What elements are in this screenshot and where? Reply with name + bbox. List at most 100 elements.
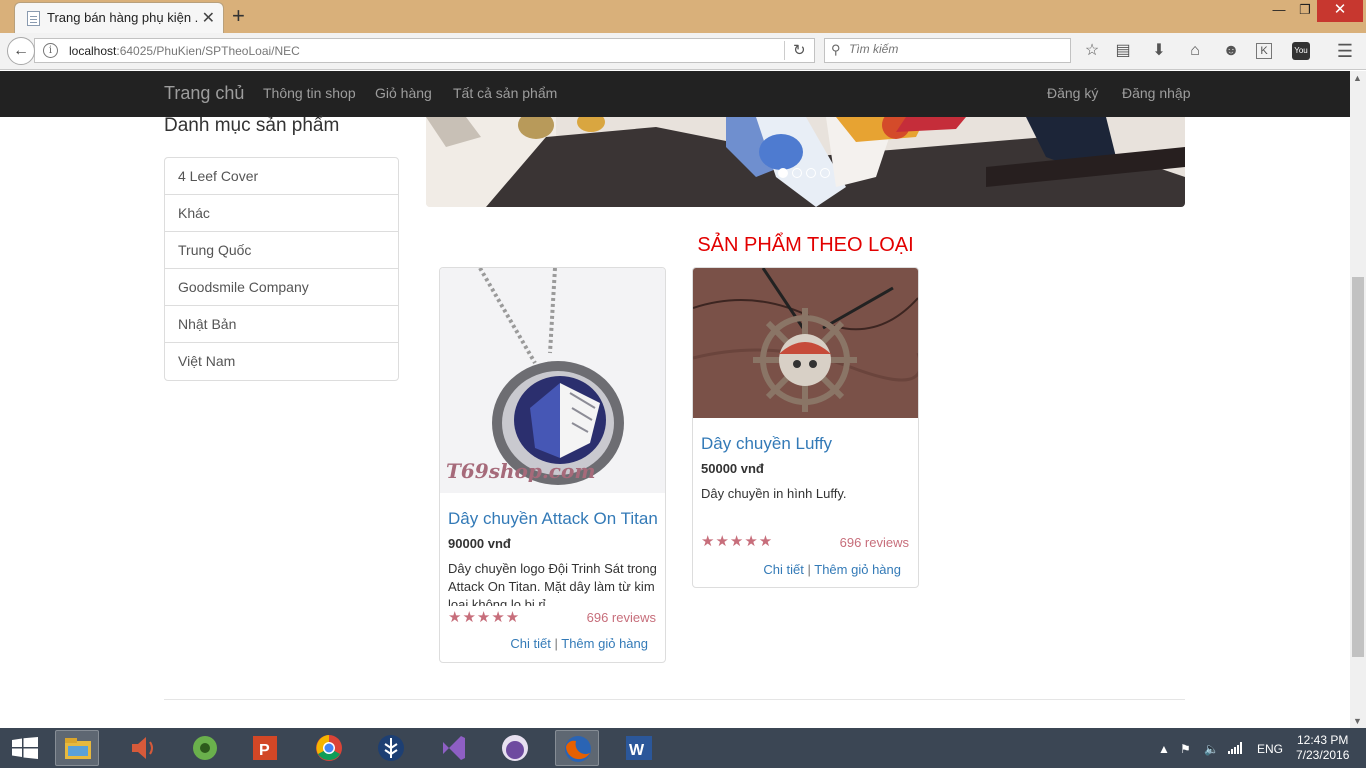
page-scrollbar[interactable]: ▲ ▼	[1350, 71, 1366, 728]
browser-toolbar: i localhost:64025/PhuKien/SPTheoLoai/NEC…	[0, 33, 1366, 70]
word-icon[interactable]: W	[617, 730, 661, 766]
k-extension-icon[interactable]: K	[1256, 43, 1272, 59]
action-center-flag-icon[interactable]: ⚑	[1180, 742, 1191, 756]
windows-taskbar: P W ▲ ⚑ 🔈 ENG 12:43 PM 7/23/2016	[0, 728, 1366, 768]
github-desktop-icon[interactable]	[493, 730, 537, 766]
search-box[interactable]: ⚲	[824, 38, 1071, 63]
product-description: Dây chuyền logo Đội Trinh Sát trong Atta…	[448, 561, 657, 606]
add-to-cart-link[interactable]: Thêm giỏ hàng	[814, 562, 901, 577]
file-explorer-icon[interactable]	[55, 730, 99, 766]
url-path: :64025/PhuKien/SPTheoLoai/NEC	[116, 44, 300, 58]
carousel-dot[interactable]	[778, 168, 788, 178]
site-info-icon[interactable]: i	[43, 43, 58, 58]
sidebar-title: Danh mục sản phẩm	[164, 115, 340, 136]
nav-home-link[interactable]: Trang chủ	[164, 83, 244, 104]
page-favicon-icon	[27, 11, 40, 26]
product-actions: Chi tiết | Thêm giỏ hàng	[510, 636, 648, 651]
nav-cart-link[interactable]: Giỏ hàng	[375, 85, 432, 101]
review-count: 696 reviews	[839, 535, 909, 550]
category-item[interactable]: Nhật Bản	[165, 306, 398, 343]
minimize-icon[interactable]: —	[1265, 0, 1293, 22]
home-icon[interactable]: ⌂	[1184, 40, 1206, 62]
bookmark-star-icon[interactable]: ☆	[1081, 40, 1103, 62]
banner-carousel[interactable]	[426, 117, 1185, 207]
visual-studio-icon[interactable]	[431, 730, 475, 766]
carousel-dot[interactable]	[806, 168, 816, 178]
svg-text:P: P	[259, 742, 270, 759]
chat-icon[interactable]: ☻	[1220, 40, 1242, 62]
url-host: localhost	[69, 44, 117, 58]
svg-text:W: W	[629, 742, 645, 759]
window-close-icon[interactable]: ✕	[1317, 0, 1363, 22]
youtube-icon[interactable]: You	[1292, 42, 1310, 60]
pendant-image	[693, 268, 918, 418]
tray-expand-icon[interactable]: ▲	[1158, 742, 1170, 756]
category-item[interactable]: Goodsmile Company	[165, 269, 398, 306]
site-navbar: Trang chủ Thông tin shop Giỏ hàng Tất cả…	[0, 71, 1350, 117]
menu-icon[interactable]: ☰	[1334, 40, 1356, 62]
detail-link[interactable]: Chi tiết	[510, 636, 550, 651]
restore-icon[interactable]: ❐	[1291, 0, 1319, 22]
address-bar[interactable]: i localhost:64025/PhuKien/SPTheoLoai/NEC…	[34, 38, 815, 63]
carousel-image	[426, 117, 1185, 207]
reading-list-icon[interactable]: ▤	[1112, 40, 1134, 62]
search-icon: ⚲	[831, 42, 841, 57]
footer-divider	[164, 699, 1185, 700]
add-to-cart-link[interactable]: Thêm giỏ hàng	[561, 636, 648, 651]
product-image[interactable]	[693, 268, 918, 418]
sourcetree-icon[interactable]	[369, 730, 413, 766]
back-button[interactable]: ←	[7, 37, 35, 65]
firefox-icon[interactable]	[555, 730, 599, 766]
scroll-down-icon[interactable]: ▼	[1353, 716, 1362, 726]
rating-stars-icon: ★★★★★	[448, 609, 521, 626]
search-input[interactable]	[849, 42, 1059, 56]
network-signal-icon[interactable]	[1228, 742, 1242, 754]
download-icon[interactable]: ⬇	[1148, 40, 1170, 62]
category-item[interactable]: 4 Leef Cover	[165, 158, 398, 195]
category-item[interactable]: Việt Nam	[165, 343, 398, 380]
clock-date: 7/23/2016	[1296, 748, 1350, 762]
nav-login-link[interactable]: Đăng nhập	[1122, 85, 1191, 101]
category-item[interactable]: Khác	[165, 195, 398, 232]
product-card: T69shop.com Dây chuyền Attack On Titan 9…	[439, 267, 666, 663]
input-language[interactable]: ENG	[1257, 742, 1283, 756]
nav-shop-info-link[interactable]: Thông tin shop	[263, 85, 356, 101]
browser-tab[interactable]: Trang bán hàng phụ kiện ... ✕	[14, 2, 224, 33]
volume-icon[interactable]: 🔈	[1204, 742, 1219, 756]
nav-register-link[interactable]: Đăng ký	[1047, 85, 1098, 101]
clock-time: 12:43 PM	[1297, 733, 1349, 747]
rating-stars-icon: ★★★★★	[701, 533, 774, 550]
detail-link[interactable]: Chi tiết	[763, 562, 803, 577]
reload-icon[interactable]: ↻	[793, 41, 806, 59]
browser-tab-strip: Trang bán hàng phụ kiện ... ✕ + — ❐ ✕	[0, 0, 1366, 33]
product-price: 50000 vnđ	[701, 461, 764, 476]
review-count: 696 reviews	[586, 610, 656, 625]
carousel-indicators	[778, 165, 834, 181]
action-separator: |	[554, 636, 558, 651]
product-card: Dây chuyền Luffy 50000 vnđ Dây chuyền in…	[692, 267, 919, 588]
powerpoint-icon[interactable]: P	[243, 730, 287, 766]
product-actions: Chi tiết | Thêm giỏ hàng	[763, 562, 901, 577]
chrome-icon[interactable]	[307, 730, 351, 766]
category-list: 4 Leef Cover Khác Trung Quốc Goodsmile C…	[164, 157, 399, 381]
product-image[interactable]: T69shop.com	[440, 268, 665, 493]
address-divider	[784, 41, 785, 60]
image-watermark: T69shop.com	[446, 459, 595, 483]
windows-start-icon[interactable]	[12, 737, 38, 759]
nav-all-products-link[interactable]: Tất cả sản phẩm	[453, 85, 557, 101]
product-name-link[interactable]: Dây chuyền Attack On Titan	[448, 509, 658, 529]
speaker-app-icon[interactable]	[120, 730, 164, 766]
close-tab-icon[interactable]: ✕	[202, 8, 215, 28]
page-viewport: Trang chủ Thông tin shop Giỏ hàng Tất cả…	[0, 71, 1350, 728]
system-clock[interactable]: 12:43 PM 7/23/2016	[1296, 733, 1349, 763]
carousel-dot[interactable]	[792, 168, 802, 178]
url-text[interactable]: localhost:64025/PhuKien/SPTheoLoai/NEC	[69, 44, 300, 58]
scroll-thumb[interactable]	[1352, 277, 1364, 657]
new-tab-icon[interactable]: +	[232, 3, 245, 29]
scroll-up-icon[interactable]: ▲	[1353, 73, 1362, 83]
android-studio-icon[interactable]	[183, 730, 227, 766]
carousel-dot[interactable]	[820, 168, 830, 178]
product-description: Dây chuyền in hình Luffy.	[701, 486, 847, 501]
category-item[interactable]: Trung Quốc	[165, 232, 398, 269]
product-name-link[interactable]: Dây chuyền Luffy	[701, 434, 832, 454]
